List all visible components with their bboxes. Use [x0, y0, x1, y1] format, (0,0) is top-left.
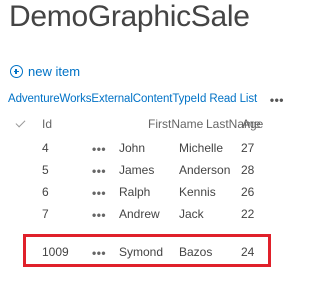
cell-id: 6 [42, 185, 49, 199]
table-row[interactable]: 6 ••• Ralph Kennis 26 [0, 182, 300, 204]
column-header-row: Id FirstName LastName Age [0, 110, 300, 132]
cell-age: 27 [241, 141, 255, 155]
table-row[interactable]: 5 ••• James Anderson 28 [0, 160, 300, 182]
new-item-label: new item [28, 64, 81, 79]
cell-age: 22 [241, 207, 255, 221]
cell-age: 28 [241, 163, 255, 177]
select-all-check-icon[interactable] [15, 117, 26, 128]
cell-id: 4 [42, 141, 49, 155]
cell-firstname: John [119, 141, 146, 155]
column-header-firstname[interactable]: FirstName [148, 117, 203, 131]
cell-lastname: Anderson [179, 163, 231, 177]
view-name-link[interactable]: AdventureWorksExternalContentTypeId Read… [8, 93, 257, 105]
page-title: DemoGraphicSale [9, 0, 250, 33]
cell-lastname: Kennis [179, 185, 216, 199]
cell-firstname: Ralph [119, 185, 151, 199]
highlighted-row-outline [23, 234, 271, 267]
cell-lastname: Michelle [179, 141, 224, 155]
column-header-age[interactable]: Age [242, 117, 263, 131]
cell-firstname: James [119, 163, 155, 177]
item-menu-ellipsis-icon[interactable]: ••• [92, 186, 106, 200]
cell-id: 5 [42, 163, 49, 177]
cell-id: 7 [42, 207, 49, 221]
plus-circle-icon [10, 65, 23, 78]
item-menu-ellipsis-icon[interactable]: ••• [92, 208, 106, 222]
table-row[interactable]: 7 ••• Andrew Jack 22 [0, 204, 300, 226]
cell-lastname: Jack [179, 207, 204, 221]
item-menu-ellipsis-icon[interactable]: ••• [92, 164, 106, 178]
cell-age: 26 [241, 185, 255, 199]
cell-firstname: Andrew [119, 207, 160, 221]
item-menu-ellipsis-icon[interactable]: ••• [92, 142, 106, 156]
view-more-ellipsis-icon[interactable]: ••• [270, 93, 284, 107]
new-item-button[interactable]: new item [10, 64, 80, 79]
table-row[interactable]: 4 ••• John Michelle 27 [0, 138, 300, 160]
view-selector-bar: AdventureWorksExternalContentTypeId Read… [8, 93, 292, 107]
column-header-id[interactable]: Id [42, 117, 52, 131]
